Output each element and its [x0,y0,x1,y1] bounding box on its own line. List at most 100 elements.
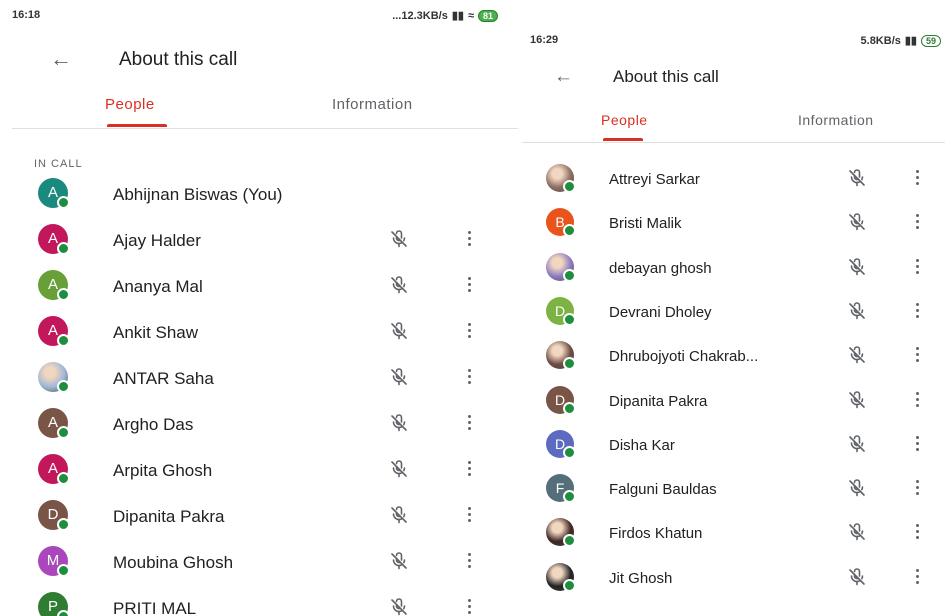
participant-name: Attreyi Sarkar [609,171,700,188]
more-options-icon[interactable] [914,522,920,542]
online-status-dot [563,268,576,282]
more-options-icon[interactable] [914,301,920,321]
participant-row[interactable]: A Ankit Shaw [0,316,518,362]
participant-row[interactable]: A Argho Das [0,408,518,454]
more-options-icon[interactable] [466,321,472,341]
avatar-initial: A [47,322,58,339]
participant-row[interactable]: B Bristi Malik [522,208,945,254]
more-options-icon[interactable] [914,168,920,188]
more-options-icon[interactable] [914,434,920,454]
participant-row[interactable]: D Devrani Dholey [522,296,945,343]
participant-row[interactable]: A Ajay Halder [0,224,518,270]
participant-name: Moubina Ghosh [113,553,234,572]
participant-name: Abhijnan Biswas (You) [113,185,283,204]
wifi-icon: ≈ [467,9,474,22]
participant-row[interactable]: F Falguni Bauldas [522,474,945,520]
participant-row[interactable]: M Moubina Ghosh [0,546,518,592]
signal-icon: ▮▮ [451,10,464,22]
participant-photo-avatar [546,518,576,548]
tab-divider [522,142,945,143]
tab-bar: People Information [0,96,518,136]
more-options-icon[interactable] [466,367,472,387]
status-time: 16:18 [12,9,41,21]
online-status-dot [57,334,70,347]
participant-row[interactable]: Attreyi Sarkar [522,164,945,210]
participant-row[interactable]: A Abhijnan Biswas (You) [0,178,518,224]
more-options-icon[interactable] [914,345,920,365]
more-options-icon[interactable] [466,413,472,433]
participant-name: ANTAR Saha [113,369,214,388]
participant-name: Disha Kar [609,436,675,454]
participant-row[interactable]: D Dipanita Pakra [0,500,518,546]
participant-row[interactable]: D Dipanita Pakra [522,385,945,432]
mic-muted-icon [847,345,867,365]
more-options-icon[interactable] [466,597,472,616]
online-status-dot [57,518,70,531]
participant-row[interactable]: Dhrubojyoti Chakrab... [522,341,945,387]
participant-name: Bristi Malik [609,215,682,233]
online-status-dot [563,445,576,459]
participant-name: Dipanita Pakra [113,507,225,526]
participant-avatar: B [546,208,576,238]
status-time: 16:29 [530,34,559,46]
participant-avatar: A [38,408,70,439]
more-options-icon[interactable] [914,567,920,587]
participant-row[interactable]: ANTAR Saha [0,362,518,408]
participant-avatar: A [38,224,70,255]
online-status-dot [563,180,576,193]
participant-avatar: M [38,546,70,577]
tab-information[interactable]: Information [798,112,874,128]
participant-name: Dhrubojyoti Chakrab... [609,348,759,366]
participant-avatar: D [38,500,70,531]
back-arrow-icon[interactable]: ← [50,48,72,70]
participant-name: PRITI MAL [113,599,197,616]
more-options-icon[interactable] [466,459,472,479]
online-status-dot [563,534,576,548]
more-options-icon[interactable] [466,229,472,249]
participant-row[interactable]: A Ananya Mal [0,270,518,316]
mic-muted-icon [847,168,867,188]
participant-row[interactable]: Jit Ghosh [522,562,945,609]
more-options-icon[interactable] [914,257,920,277]
participant-row[interactable]: D Disha Kar [522,429,945,476]
online-status-dot [57,196,70,209]
participant-avatar: D [546,429,576,459]
tab-divider [12,128,518,129]
more-options-icon[interactable] [914,390,920,410]
participant-photo-avatar [546,562,576,592]
online-status-dot [57,564,70,577]
avatar-initial: A [47,184,58,201]
online-status-dot [563,224,576,238]
online-status-dot [563,357,576,371]
tab-people[interactable]: People [601,112,648,128]
participant-name: Firdos Khatun [609,525,703,543]
network-speed: ...12.3KB/s [392,9,448,22]
participant-name: Dipanita Pakra [609,392,708,410]
participant-avatar: D [546,296,576,326]
avatar-initial: A [47,460,58,477]
tab-bar: People Information [522,112,945,152]
more-options-icon[interactable] [914,212,920,232]
participant-row[interactable]: Firdos Khatun [522,518,945,564]
online-status-dot [57,380,70,393]
participant-row[interactable]: A Arpita Ghosh [0,454,518,500]
more-options-icon[interactable] [466,275,472,295]
battery-icon: 81 [477,9,498,22]
avatar-initial: P [47,598,58,615]
tab-people[interactable]: People [105,96,155,113]
tab-information[interactable]: Information [332,96,413,113]
more-options-icon[interactable] [914,478,920,498]
more-options-icon[interactable] [466,505,472,525]
online-status-dot [57,426,70,439]
participant-row[interactable]: P PRITI MAL [0,592,518,616]
page-title: About this call [613,67,719,86]
participant-name: Argho Das [113,415,194,434]
mic-muted-icon [389,459,409,479]
online-status-dot [563,490,576,504]
more-options-icon[interactable] [466,551,472,571]
participant-photo-avatar [546,252,576,282]
active-tab-indicator [107,124,167,127]
back-arrow-icon[interactable]: ← [554,66,573,88]
participant-row[interactable]: debayan ghosh [522,252,945,299]
mic-muted-icon [389,275,409,295]
